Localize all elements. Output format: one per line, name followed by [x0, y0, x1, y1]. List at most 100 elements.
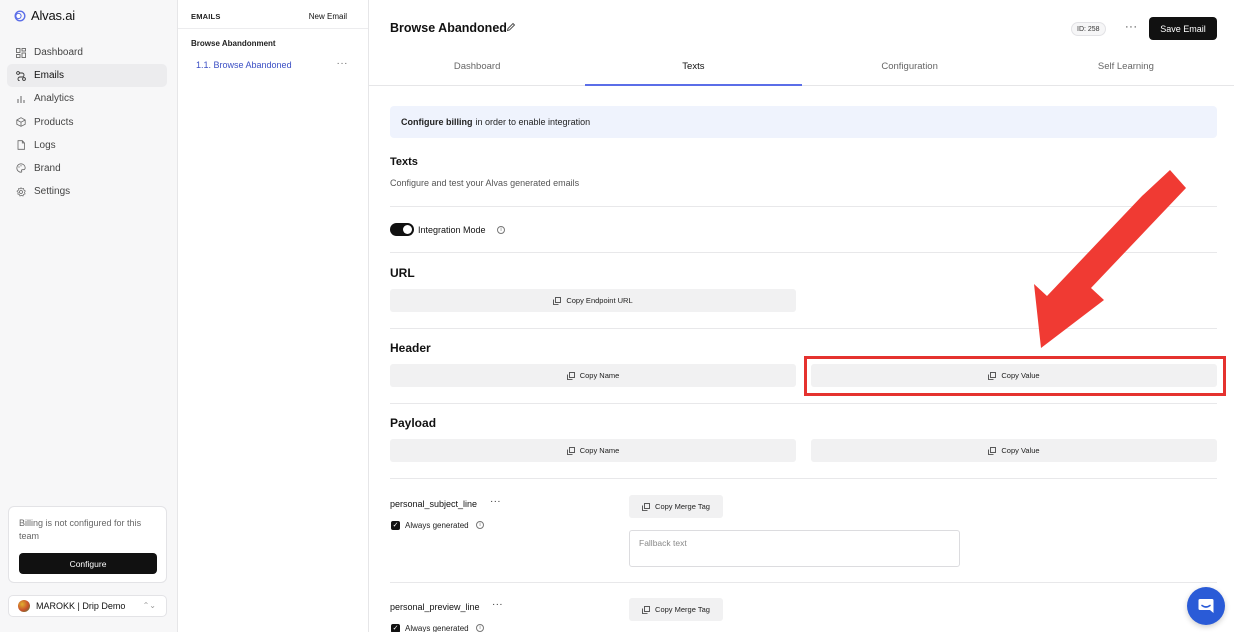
texts-section-description: Configure and test your Alvas generated …	[390, 178, 580, 188]
sidebar-item-settings[interactable]: Settings	[7, 180, 167, 203]
info-icon[interactable]: i	[497, 226, 505, 234]
sidebar-item-products[interactable]: Products	[7, 111, 167, 134]
payload-copy-name-button[interactable]: Copy Name	[390, 439, 796, 462]
team-switcher[interactable]: MAROKK | Drip Demo ⌃⌄	[8, 595, 167, 617]
sidebar-nav: Dashboard Emails Analytics Products Logs…	[7, 41, 167, 203]
emails-panel: EMAILS New Email Browse Abandonment 1.1.…	[178, 0, 369, 632]
always-generated-label: Always generated	[405, 624, 469, 632]
file-icon	[16, 140, 26, 150]
sidebar-item-label: Dashboard	[34, 47, 83, 58]
team-name: MAROKK | Drip Demo	[36, 601, 126, 611]
divider	[390, 252, 1217, 253]
id-badge: ID: 258	[1071, 22, 1106, 36]
divider	[390, 478, 1217, 479]
header-copy-name-button[interactable]: Copy Name	[390, 364, 796, 387]
divider	[390, 206, 1217, 207]
divider	[178, 28, 368, 29]
app-root: Alvas.ai Dashboard Emails Analytics Prod…	[0, 0, 1234, 632]
sidebar-item-label: Settings	[34, 186, 71, 198]
info-icon[interactable]: i	[476, 521, 484, 529]
billing-banner: Configure billing in order to enable int…	[390, 106, 1217, 138]
sidebar: Alvas.ai Dashboard Emails Analytics Prod…	[0, 0, 178, 632]
copy-merge-tag-button[interactable]: Copy Merge Tag	[629, 495, 723, 518]
more-options-button[interactable]: ···	[1125, 21, 1138, 33]
copy-name-label: Copy Name	[579, 446, 620, 455]
copy-icon	[553, 296, 562, 305]
route-icon	[16, 70, 26, 81]
copy-endpoint-url-label: Copy Endpoint URL	[566, 296, 633, 305]
sidebar-item-analytics[interactable]: Analytics	[7, 87, 167, 110]
save-email-button[interactable]: Save Email	[1149, 17, 1217, 40]
logo[interactable]: Alvas.ai	[14, 8, 75, 23]
chevron-up-down-icon: ⌃⌄	[142, 601, 156, 610]
banner-text: in order to enable integration	[475, 117, 591, 127]
integration-mode-label: Integration Mode	[418, 225, 486, 235]
email-group-title: Browse Abandonment	[191, 39, 276, 48]
logo-text: Alvas.ai	[31, 8, 75, 23]
help-chat-button[interactable]	[1187, 587, 1225, 625]
payload-copy-value-button[interactable]: Copy Value	[811, 439, 1217, 462]
sidebar-item-label: Brand	[34, 162, 61, 174]
configure-billing-button[interactable]: Configure	[19, 553, 157, 574]
box-icon	[16, 117, 26, 127]
divider	[390, 582, 1217, 583]
copy-icon	[566, 371, 575, 380]
copy-icon	[566, 446, 575, 455]
field-more-button[interactable]: ···	[490, 496, 501, 507]
tab-self-learning[interactable]: Self Learning	[1018, 56, 1234, 85]
logo-icon	[14, 9, 26, 22]
main-content: Browse Abandoned ID: 258 ··· Save Email …	[369, 0, 1234, 632]
always-generated-checkbox[interactable]: ✓	[391, 624, 400, 632]
email-item-more-button[interactable]: ···	[337, 58, 349, 69]
copy-value-label: Copy Value	[1001, 446, 1040, 455]
url-section-title: URL	[390, 266, 415, 280]
integration-mode-toggle[interactable]	[390, 223, 414, 236]
sidebar-item-label: Products	[34, 116, 74, 128]
tab-texts[interactable]: Texts	[585, 56, 802, 86]
always-generated-checkbox[interactable]: ✓	[391, 521, 400, 530]
tab-bar: Dashboard Texts Configuration Self Learn…	[369, 56, 1234, 86]
emails-panel-title: EMAILS	[191, 12, 221, 21]
sidebar-item-logs[interactable]: Logs	[7, 134, 167, 157]
fallback-text-input[interactable]: Fallback text	[629, 530, 960, 567]
sidebar-item-dashboard[interactable]: Dashboard	[7, 41, 167, 64]
sidebar-item-label: Analytics	[34, 93, 75, 105]
field-more-button[interactable]: ···	[492, 599, 503, 610]
bar-chart-icon	[16, 94, 26, 104]
copy-icon	[988, 446, 997, 455]
billing-notice: Billing is not configured for this team	[19, 518, 142, 541]
payload-section-title: Payload	[390, 416, 437, 430]
header-section-title: Header	[390, 341, 431, 355]
texts-section-title: Texts	[390, 156, 418, 168]
gear-icon	[16, 186, 26, 197]
sidebar-item-emails[interactable]: Emails	[7, 64, 167, 88]
copy-merge-tag-button[interactable]: Copy Merge Tag	[629, 598, 723, 621]
pencil-icon[interactable]	[506, 22, 516, 32]
chat-icon	[1198, 599, 1214, 613]
grid-icon	[16, 47, 26, 58]
field-name: personal_subject_line	[390, 499, 478, 509]
sidebar-item-brand[interactable]: Brand	[7, 157, 167, 180]
copy-merge-tag-label: Copy Merge Tag	[655, 605, 710, 614]
banner-link[interactable]: Configure billing	[401, 117, 473, 127]
annotation-highlight-box	[804, 356, 1226, 396]
divider	[390, 328, 1217, 329]
tab-configuration[interactable]: Configuration	[802, 56, 1018, 85]
tab-dashboard[interactable]: Dashboard	[369, 56, 585, 85]
billing-card: Billing is not configured for this team …	[8, 506, 167, 583]
team-avatar	[18, 600, 30, 612]
copy-icon	[642, 605, 650, 614]
copy-name-label: Copy Name	[579, 371, 620, 380]
sidebar-item-label: Emails	[34, 70, 65, 82]
copy-endpoint-url-button[interactable]: Copy Endpoint URL	[390, 289, 796, 312]
new-email-button[interactable]: New Email	[309, 12, 347, 21]
field-name: personal_preview_line	[390, 602, 480, 612]
info-icon[interactable]: i	[476, 624, 484, 632]
copy-icon	[642, 502, 650, 511]
page-title: Browse Abandoned	[390, 21, 507, 35]
divider	[390, 403, 1217, 404]
always-generated-label: Always generated	[405, 521, 469, 530]
email-item-browse-abandoned[interactable]: 1.1. Browse Abandoned	[196, 60, 292, 70]
palette-icon	[16, 163, 26, 174]
sidebar-item-label: Logs	[34, 139, 56, 151]
